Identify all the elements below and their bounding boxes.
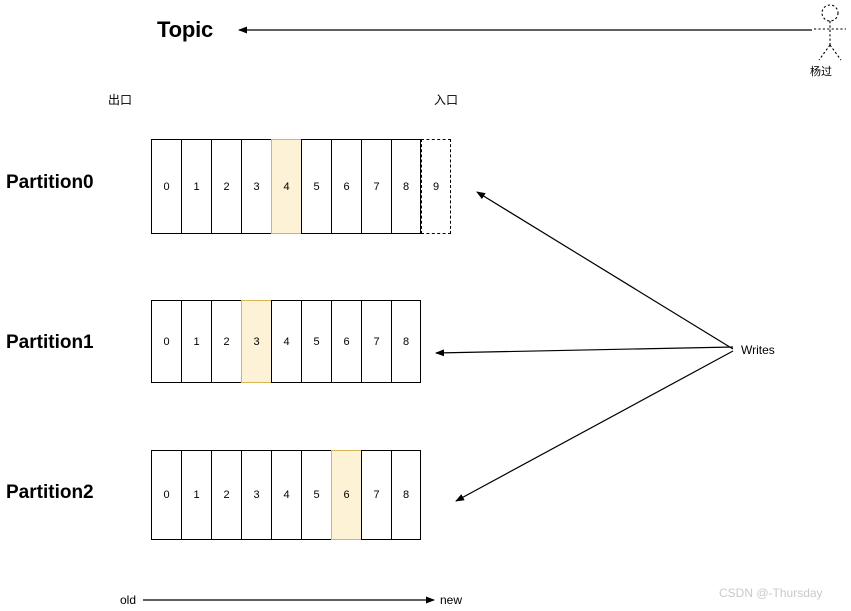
partition-cell: 3 [241,450,271,540]
partition-label-0: Partition0 [6,172,94,193]
partition-cell: 6 [331,450,361,540]
partition-row-0: 0123456789 [151,139,451,234]
partition-cell: 6 [331,139,361,234]
partition-cell: 8 [391,300,421,383]
partition-cell: 1 [181,450,211,540]
writes-arrow-partition1 [435,346,734,357]
axis-label-old: old [120,593,137,607]
partition-cell: 5 [301,450,331,540]
partition-cell: 0 [151,139,181,234]
partition-cell: 1 [181,139,211,234]
writes-arrow-partition2 [455,350,734,502]
partition-label-2: Partition2 [6,482,94,503]
partition-cell: 2 [211,450,241,540]
writes-label: Writes [741,343,775,357]
exit-port-label: 出口 [108,93,133,107]
writes-arrow-partition0 [476,191,734,350]
partition-cell: 7 [361,450,391,540]
partition-cell: 8 [391,450,421,540]
partition-cell: 7 [361,139,391,234]
diagram-canvas: Topic 杨过 出口 入口 Partition0 Partition1 Par… [0,0,851,611]
partition-cell: 4 [271,450,301,540]
partition-label-1: Partition1 [6,332,94,353]
partition-row-2: 012345678 [151,450,421,540]
page-title: Topic [157,17,214,42]
partition-cell: 7 [361,300,391,383]
axis-label-new: new [440,593,463,607]
partition-row-1: 012345678 [151,300,421,383]
partition-cell: 3 [241,139,271,234]
partition-cell: 9 [421,139,451,234]
partition-cell: 0 [151,300,181,383]
partition-cell: 4 [271,300,301,383]
partition-cell: 5 [301,139,331,234]
partition-cell: 4 [271,139,301,234]
stick-figure-icon [814,4,846,61]
partition-cell: 6 [331,300,361,383]
actor-name-label: 杨过 [810,66,832,78]
partition-cell: 1 [181,300,211,383]
entrance-port-label: 入口 [434,93,459,107]
watermark: CSDN @-Thursday [719,586,823,600]
partition-cell: 0 [151,450,181,540]
partition-cell: 3 [241,300,271,383]
partition-cell: 8 [391,139,421,234]
partition-cell: 2 [211,300,241,383]
partition-cell: 2 [211,139,241,234]
partition-cell: 5 [301,300,331,383]
